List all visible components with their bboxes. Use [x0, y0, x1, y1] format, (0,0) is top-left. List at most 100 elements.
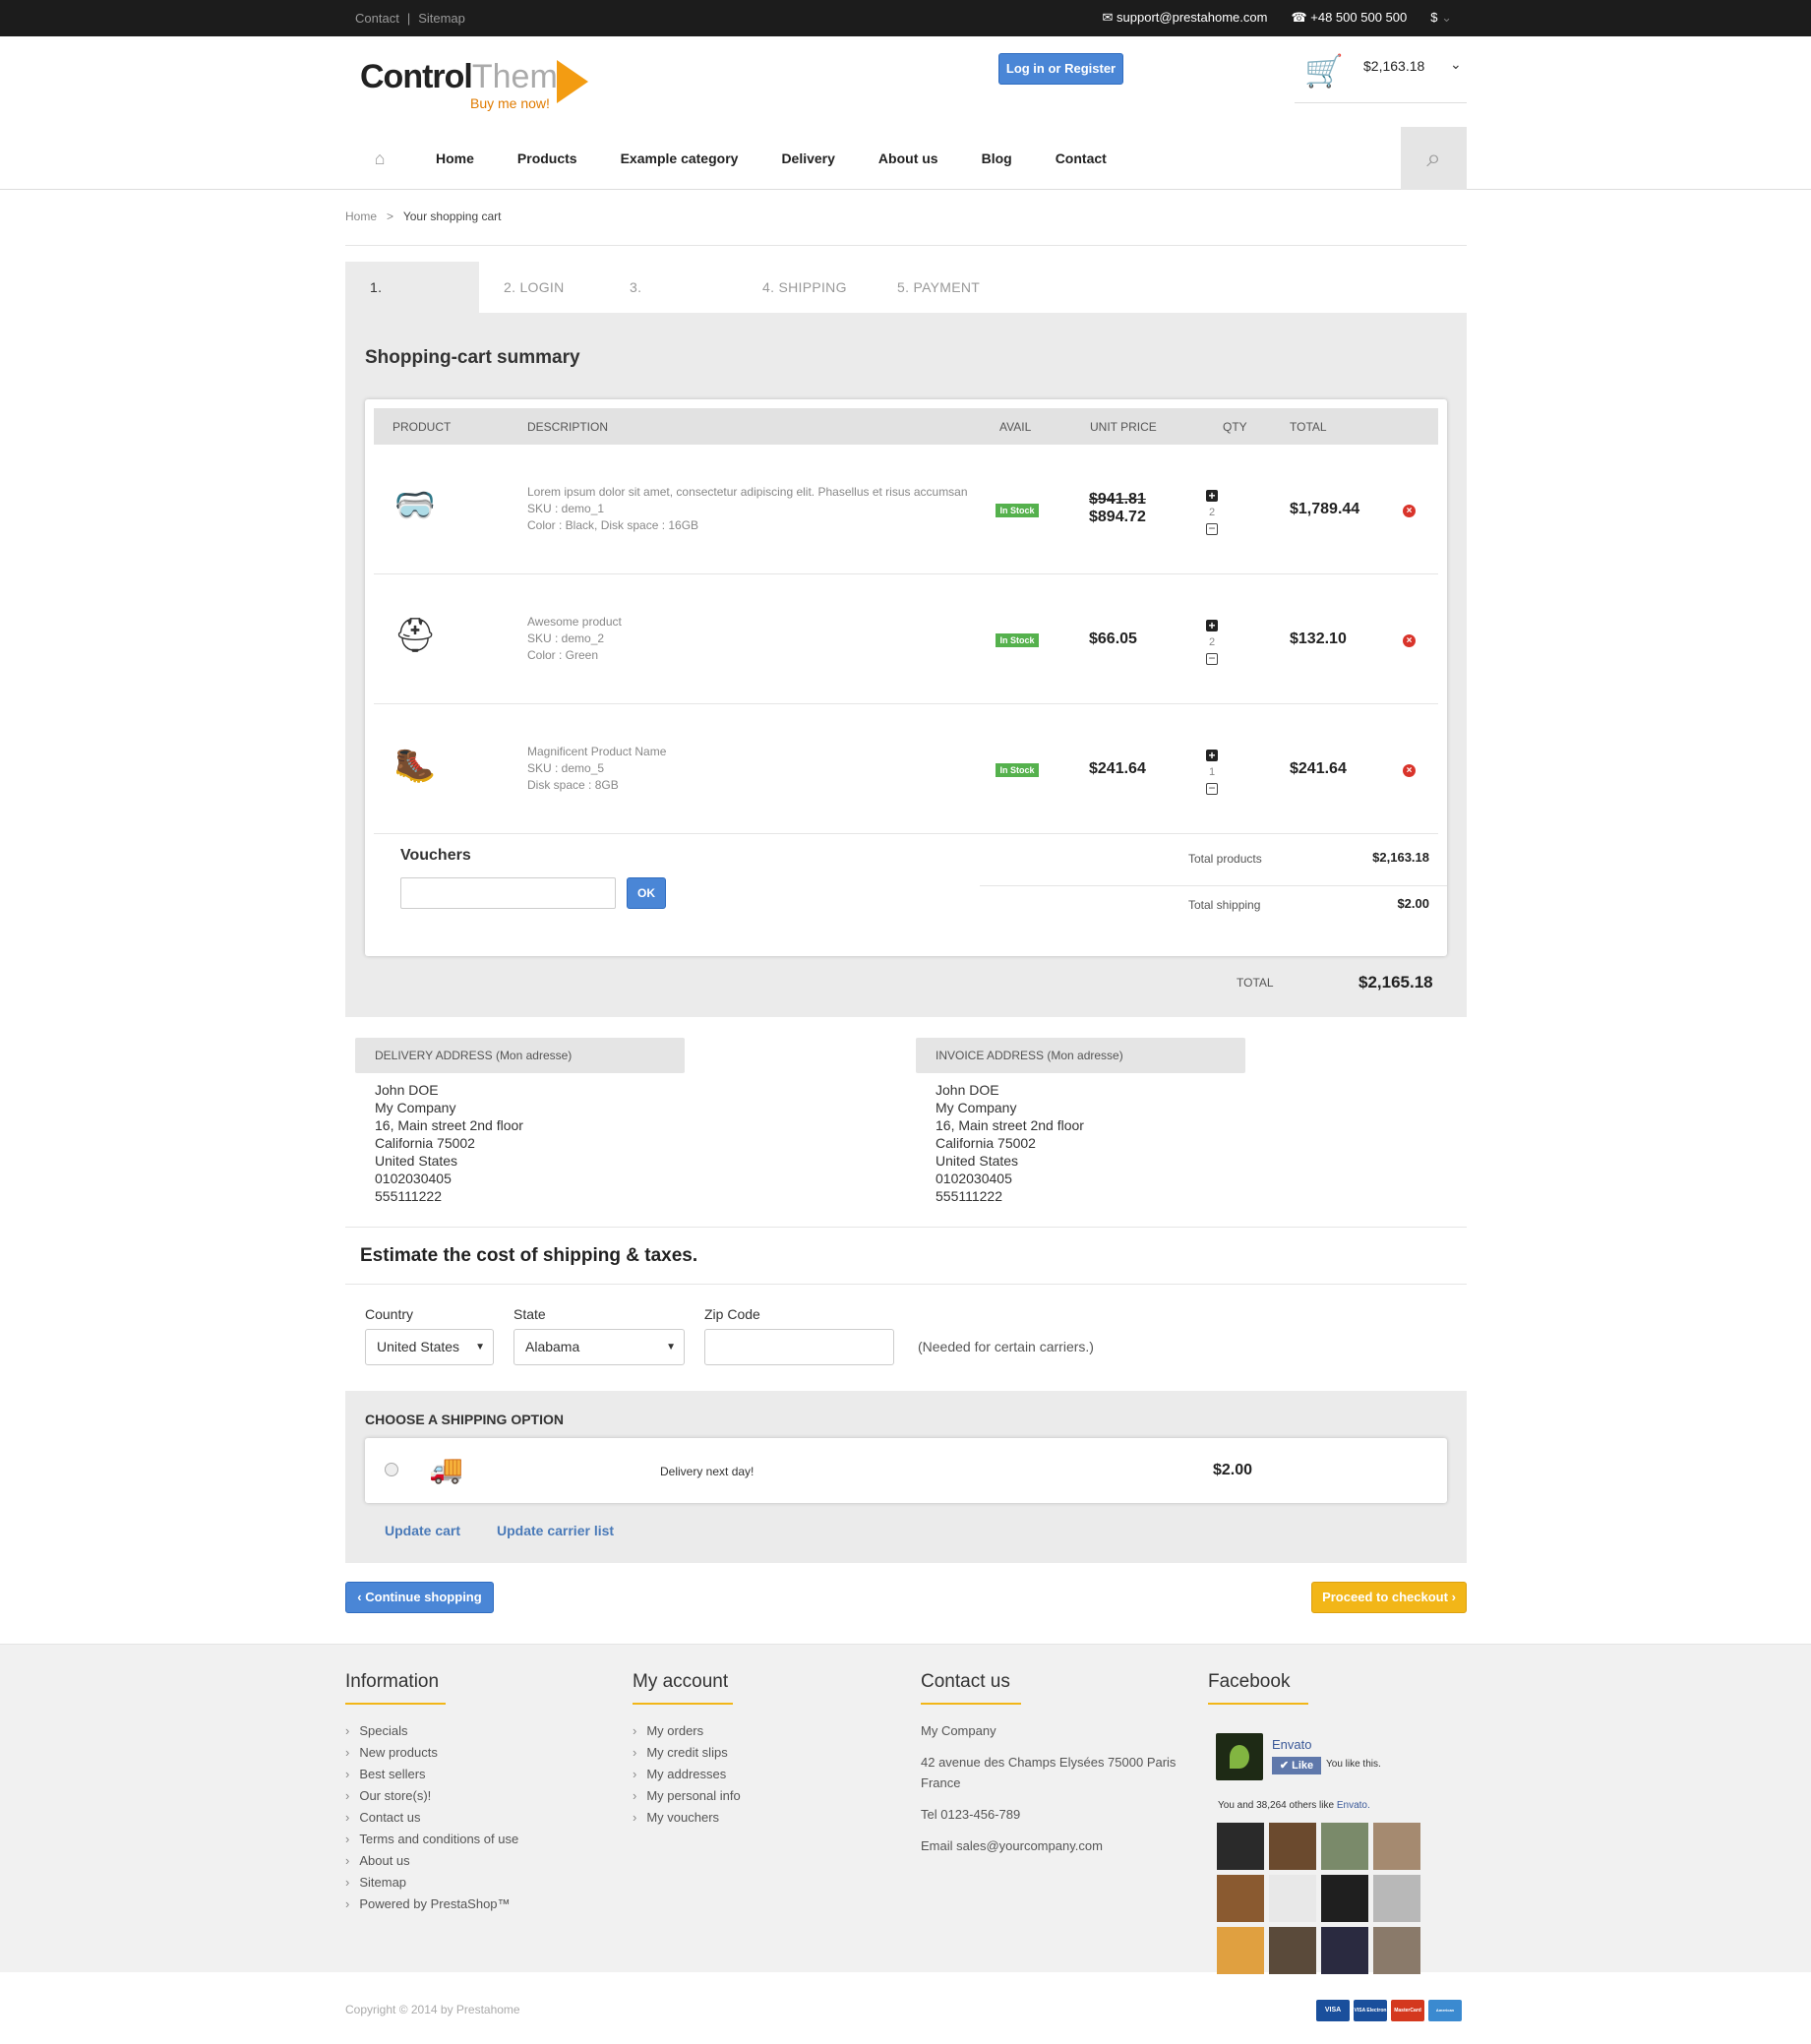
unit-price: $66.05 [1089, 631, 1137, 647]
footer-information: Information Specials New products Best s… [345, 1671, 518, 1915]
fb-like-button[interactable]: ✔ Like [1272, 1757, 1321, 1774]
table-header: PRODUCT DESCRIPTION AVAIL UNIT PRICE QTY… [374, 408, 1438, 445]
avatar[interactable] [1321, 1823, 1368, 1870]
header-cart[interactable]: 🛒 $2,163.18 ⌄ [1295, 44, 1467, 103]
login-register-button[interactable]: Log in or Register [998, 53, 1123, 85]
total-shipping-value: $2.00 [1397, 896, 1429, 911]
shipping-option[interactable]: 🚚 Delivery next day! $2.00 [365, 1438, 1447, 1503]
footer-link[interactable]: Sitemap [345, 1872, 518, 1894]
table-row: ⛑ Awesome product SKU : demo_2 Color : G… [374, 574, 1438, 704]
fb-faces [1217, 1823, 1420, 1974]
product-name[interactable]: Lorem ipsum dolor sit amet, consectetur … [527, 484, 968, 501]
footer-link[interactable]: New products [345, 1742, 518, 1764]
footer-link[interactable]: Powered by PrestaShop™ [345, 1894, 518, 1915]
product-image-helmet[interactable]: ⛑ [392, 614, 439, 657]
avatar[interactable] [1217, 1823, 1264, 1870]
footer-link[interactable]: My personal info [633, 1785, 740, 1807]
voucher-ok-button[interactable]: OK [627, 877, 666, 909]
sitemap-link[interactable]: Sitemap [418, 11, 465, 26]
footer-link[interactable]: About us [345, 1850, 518, 1872]
minus-icon[interactable]: − [1206, 782, 1218, 795]
nav-home[interactable]: Home [414, 150, 496, 166]
avatar[interactable] [1321, 1927, 1368, 1974]
footer-link[interactable]: Our store(s)! [345, 1785, 518, 1807]
footer-link[interactable]: My addresses [633, 1764, 741, 1785]
footer-link[interactable]: Best sellers [345, 1764, 518, 1785]
footer [0, 1644, 1811, 1972]
nav-products[interactable]: Products [496, 150, 599, 166]
product-name[interactable]: Awesome product [527, 614, 622, 631]
state-select[interactable]: Alabama ▼ [513, 1329, 685, 1365]
mastercard-icon: MasterCard [1391, 2000, 1424, 2021]
avatar[interactable] [1373, 1875, 1420, 1922]
envato-logo[interactable] [1216, 1733, 1263, 1780]
minus-icon[interactable]: − [1206, 522, 1218, 535]
avatar[interactable] [1373, 1823, 1420, 1870]
support-email[interactable]: ✉ support@prestahome.com [1103, 10, 1268, 26]
caret-down-icon: ▼ [666, 1342, 676, 1353]
chevron-down-icon: ⌄ [1450, 56, 1462, 72]
nav-blog[interactable]: Blog [960, 150, 1034, 166]
nav-contact[interactable]: Contact [1034, 150, 1128, 166]
continue-shopping-button[interactable]: ‹ Continue shopping [345, 1582, 494, 1613]
product-name[interactable]: Magnificent Product Name [527, 744, 666, 760]
shipping-radio[interactable] [385, 1463, 398, 1476]
currency-selector[interactable]: $ ⌄ [1430, 10, 1452, 26]
total-products-label: Total products [1188, 852, 1262, 866]
chevron-right-icon: › [1451, 1590, 1456, 1604]
minus-icon[interactable]: − [1206, 652, 1218, 665]
visa-icon: VISA [1316, 2000, 1350, 2021]
footer-link[interactable]: My vouchers [633, 1807, 741, 1829]
table-row: 🥾 Magnificent Product Name SKU : demo_5 … [374, 704, 1438, 834]
shipping-panel: CHOOSE A SHIPPING OPTION 🚚 Delivery next… [345, 1391, 1467, 1563]
contact-email[interactable]: Email sales@yourcompany.com [921, 1835, 1186, 1856]
breadcrumb: Home > Your shopping cart [345, 210, 502, 223]
delivery-address-title: DELIVERY ADDRESS (Mon adresse) [355, 1038, 685, 1073]
country-select[interactable]: United States ▼ [365, 1329, 494, 1365]
footer-link[interactable]: Contact us [345, 1807, 518, 1829]
home-icon[interactable]: ⌂ [345, 149, 414, 169]
footer-link[interactable]: Terms and conditions of use [345, 1829, 518, 1850]
avatar[interactable] [1373, 1927, 1420, 1974]
caret-down-icon: ▼ [475, 1342, 485, 1353]
top-links: Contact | Sitemap [355, 11, 465, 26]
invoice-address: INVOICE ADDRESS (Mon adresse) John DOE M… [916, 1038, 1245, 1205]
remove-icon[interactable]: × [1403, 505, 1416, 517]
proceed-checkout-button[interactable]: Proceed to checkout › [1311, 1582, 1467, 1613]
divider [345, 1284, 1467, 1285]
voucher-input[interactable] [400, 877, 616, 909]
cart-amount: $2,163.18 [1363, 58, 1425, 74]
product-image-goggles[interactable]: 🥽 [392, 484, 439, 527]
shipping-title: CHOOSE A SHIPPING OPTION [365, 1412, 564, 1427]
nav-example-category[interactable]: Example category [599, 150, 760, 166]
avatar[interactable] [1269, 1927, 1316, 1974]
shipping-price: $2.00 [1213, 1462, 1253, 1478]
plus-icon[interactable]: + [1206, 750, 1218, 761]
nav-about-us[interactable]: About us [857, 150, 960, 166]
product-image-boot[interactable]: 🥾 [392, 744, 439, 787]
avatar[interactable] [1217, 1927, 1264, 1974]
breadcrumb-home[interactable]: Home [345, 210, 377, 223]
footer-link[interactable]: My orders [633, 1720, 741, 1742]
search-icon[interactable]: ⌕ [1401, 127, 1467, 190]
remove-icon[interactable]: × [1403, 764, 1416, 777]
zip-input[interactable] [704, 1329, 894, 1365]
plus-icon[interactable]: + [1206, 620, 1218, 631]
avatar[interactable] [1269, 1875, 1316, 1922]
contact-link[interactable]: Contact [355, 11, 399, 26]
remove-icon[interactable]: × [1403, 634, 1416, 647]
row-total: $241.64 [1290, 760, 1347, 777]
nav-delivery[interactable]: Delivery [759, 150, 856, 166]
fb-page-name[interactable]: Envato [1272, 1737, 1311, 1752]
avatar[interactable] [1269, 1823, 1316, 1870]
avatar[interactable] [1217, 1875, 1264, 1922]
footer-link[interactable]: Specials [345, 1720, 518, 1742]
footer-link[interactable]: My credit slips [633, 1742, 741, 1764]
update-carrier-link[interactable]: Update carrier list [497, 1523, 614, 1538]
zip-note: (Needed for certain carriers.) [918, 1339, 1094, 1354]
update-cart-link[interactable]: Update cart [385, 1523, 460, 1538]
site-logo[interactable]: ControlTheme Buy me now! [360, 58, 588, 111]
avatar[interactable] [1321, 1875, 1368, 1922]
plus-icon[interactable]: + [1206, 490, 1218, 502]
cart-summary-panel: Shopping-cart summary PRODUCT DESCRIPTIO… [345, 313, 1467, 1017]
